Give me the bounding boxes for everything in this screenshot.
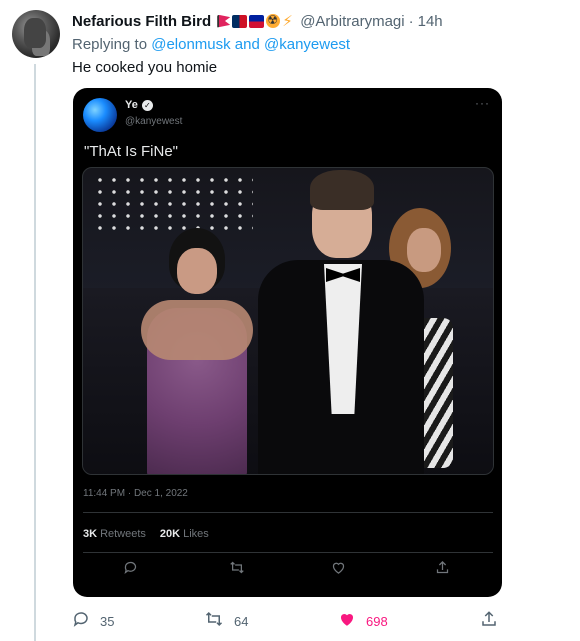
embedded-actions (73, 560, 502, 584)
retweet-button[interactable]: 64 (204, 610, 248, 633)
embedded-stats: 3K Retweets 20K Likes (83, 528, 209, 540)
photo-man-tuxedo (248, 168, 428, 474)
replying-to: Replying to @elonmusk and @kanyewest (72, 36, 572, 56)
divider (83, 512, 493, 513)
handle[interactable]: @Arbitrarymagi (300, 13, 404, 30)
lightning-icon: ⚡ (282, 11, 293, 30)
reply-button[interactable]: 35 (72, 610, 114, 633)
timestamp[interactable]: 14h (418, 13, 443, 30)
thread-line (34, 64, 36, 641)
reply-icon (72, 610, 90, 633)
haiti-flag-icon (249, 14, 265, 28)
embedded-likes: 20K Likes (159, 528, 209, 540)
embedded-retweets: 3K Retweets (83, 528, 146, 540)
tweet-actions: 35 64 698 (72, 610, 502, 632)
avatar[interactable] (12, 10, 60, 58)
embedded-photo (82, 167, 494, 475)
embedded-image[interactable]: Ye ✓ @kanyewest ··· "ThAt Is FiNe" 11:44… (73, 88, 502, 597)
share-button[interactable] (480, 610, 498, 633)
embedded-name: Ye (125, 99, 138, 111)
photo-woman-purple-dress (141, 228, 253, 474)
tweet-header: Nefarious Filth Bird ⚡ @Arbitrarymagi · … (72, 10, 572, 32)
tweet-text: He cooked you homie (72, 59, 218, 76)
like-icon (331, 560, 346, 579)
heart-filled-icon (338, 610, 356, 633)
share-icon (435, 560, 450, 579)
embedded-handle: @kanyewest (125, 116, 183, 127)
name-emojis: ⚡ (217, 11, 294, 30)
verified-icon: ✓ (141, 99, 153, 111)
photo-lights (93, 174, 253, 234)
retweet-icon (204, 610, 224, 633)
embedded-date: 11:44 PM · Dec 1, 2022 (83, 488, 188, 499)
replying-prefix: Replying to (72, 36, 152, 53)
tweet: Nefarious Filth Bird ⚡ @Arbitrarymagi · … (72, 10, 572, 79)
like-count: 698 (366, 614, 388, 629)
separator-dot: · (408, 12, 414, 30)
replying-to-link[interactable]: @elonmusk and @kanyewest (151, 36, 350, 53)
more-icon: ··· (475, 96, 490, 110)
reply-count: 35 (100, 614, 115, 629)
embedded-avatar (83, 98, 117, 132)
divider (83, 552, 493, 553)
like-button[interactable]: 698 (338, 610, 388, 633)
display-name[interactable]: Nefarious Filth Bird (72, 13, 211, 30)
retweet-count: 64 (234, 614, 249, 629)
red-flag-icon (217, 14, 231, 28)
retweet-icon (229, 560, 245, 579)
embedded-text: "ThAt Is FiNe" (84, 143, 178, 160)
embedded-name-row: Ye ✓ (125, 99, 153, 111)
dominican-flag-icon (232, 14, 248, 28)
reply-icon (123, 560, 138, 579)
share-icon (480, 610, 498, 633)
radioactive-icon (266, 13, 281, 28)
